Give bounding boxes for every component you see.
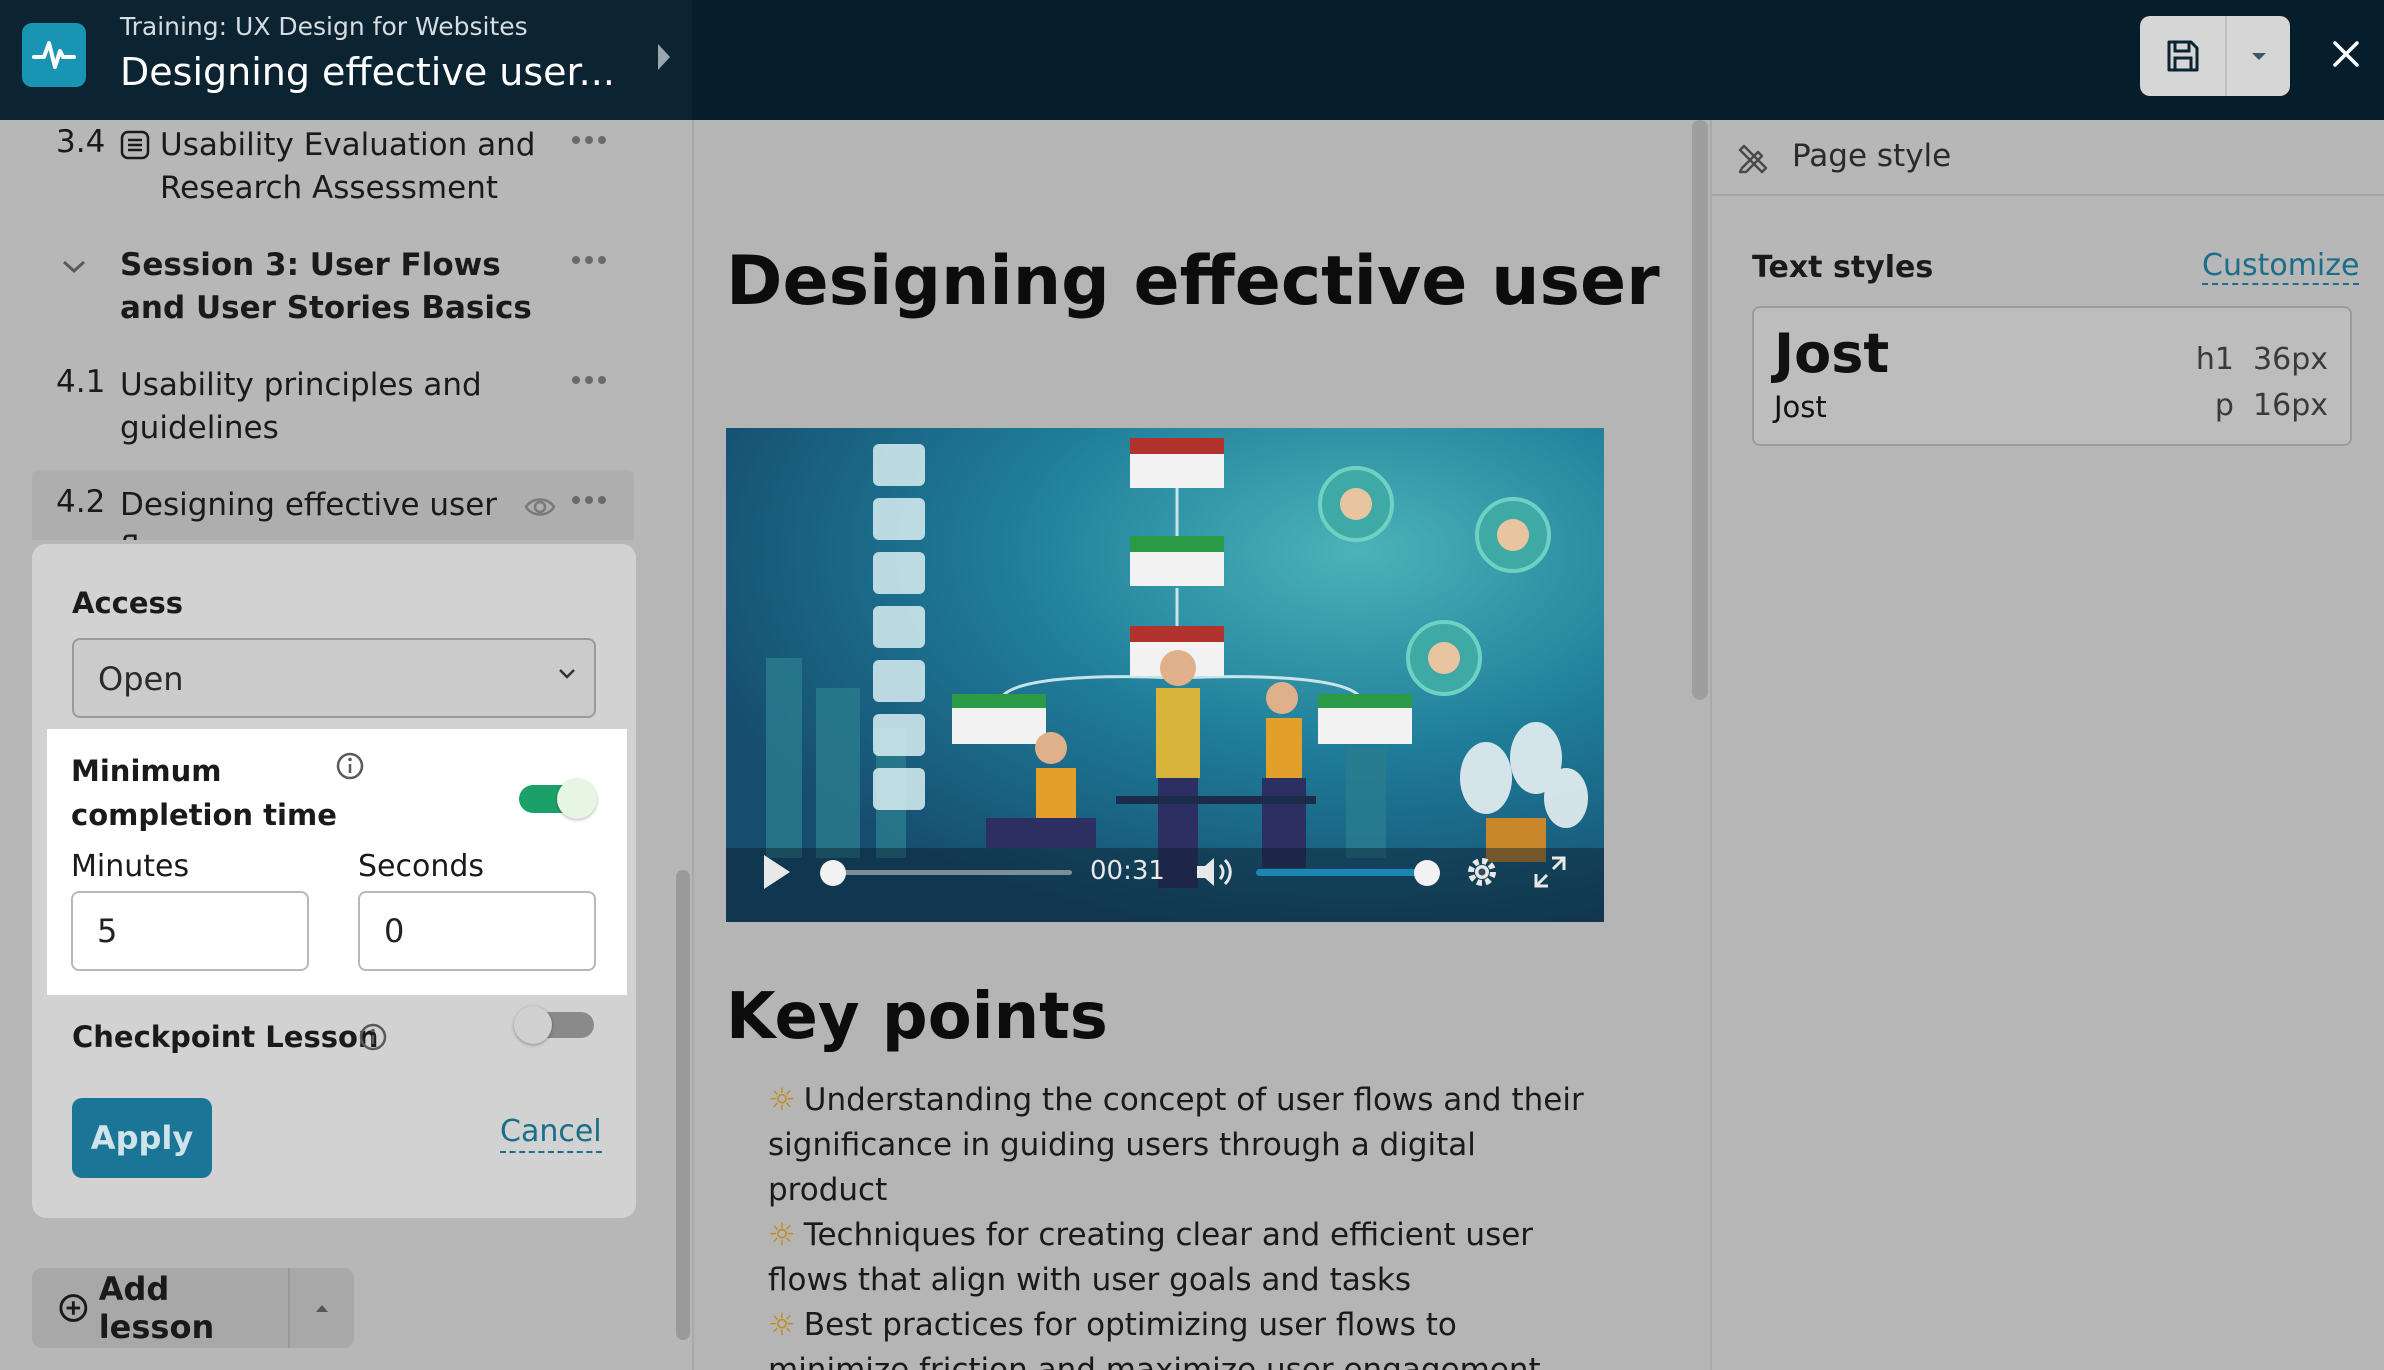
more-dots-icon xyxy=(572,376,612,384)
info-icon[interactable] xyxy=(358,1022,388,1052)
session-more-menu[interactable] xyxy=(572,256,612,276)
lesson-number: 4.2 xyxy=(56,484,106,520)
page-heading[interactable]: Designing effective user xyxy=(726,242,1660,321)
floppy-disk-icon xyxy=(2167,40,2198,72)
lesson-more-menu[interactable] xyxy=(572,136,612,156)
key-point-text: Understanding the concept of user flows … xyxy=(768,1082,1584,1208)
sun-icon: ☼ xyxy=(768,1217,796,1253)
caret-down-icon xyxy=(2251,53,2266,60)
session-item[interactable]: Session 3: User Flows and User Stories B… xyxy=(32,244,632,334)
toggle-knob xyxy=(514,1006,552,1044)
apply-button[interactable]: Apply xyxy=(72,1098,212,1178)
p-size-meta: p 16px xyxy=(2214,388,2328,423)
add-lesson-group: Add lesson xyxy=(32,1268,354,1348)
text-style-card[interactable]: Jost Jost h1 36px p 16px xyxy=(1752,306,2352,446)
min-completion-section: Minimum completion time Minutes Seconds xyxy=(47,729,627,995)
save-button[interactable] xyxy=(2140,16,2227,96)
access-label: Access xyxy=(72,586,184,620)
session-title: Session 3: User Flows and User Stories B… xyxy=(120,247,532,326)
style-panel-header: Page style xyxy=(1712,120,2384,196)
caret-right-icon xyxy=(658,44,670,70)
seconds-input[interactable] xyxy=(358,891,596,971)
access-value: Open xyxy=(98,660,184,698)
h1-font-preview: Jost xyxy=(1774,322,1890,385)
lesson-item-active[interactable]: 4.2 Designing effective user flows xyxy=(32,470,634,540)
close-button[interactable] xyxy=(2322,30,2370,78)
lesson-title: Usability Evaluation and Research Assess… xyxy=(160,127,536,206)
key-point-text: Best practices for optimizing user flows… xyxy=(768,1307,1541,1370)
volume-thumb[interactable] xyxy=(1414,860,1440,886)
close-icon xyxy=(2333,41,2359,67)
customize-link[interactable]: Customize xyxy=(2202,248,2360,285)
key-points-heading[interactable]: Key points xyxy=(726,980,1108,1054)
sidebar-scrollbar[interactable] xyxy=(676,870,690,1340)
seconds-label: Seconds xyxy=(358,849,485,884)
play-icon[interactable] xyxy=(760,852,794,892)
list-doc-icon xyxy=(120,130,150,160)
video-progress-track[interactable] xyxy=(832,870,1072,875)
more-dots-icon xyxy=(572,496,612,504)
video-player[interactable]: 00:31 xyxy=(726,428,1604,922)
pulse-logo-icon xyxy=(32,41,76,69)
volume-track[interactable] xyxy=(1256,869,1426,876)
lesson-title: Designing effective user flows xyxy=(120,487,498,540)
style-panel-title: Page style xyxy=(1792,138,1952,174)
pencil-ruler-icon xyxy=(1738,144,1768,174)
key-point-text: Techniques for creating clear and effici… xyxy=(768,1217,1534,1298)
add-lesson-button[interactable]: Add lesson xyxy=(32,1268,290,1348)
top-bar: Training: UX Design for Websites Designi… xyxy=(0,0,2384,120)
panel-toggle-button[interactable] xyxy=(652,40,676,74)
sun-icon: ☼ xyxy=(768,1082,796,1118)
min-completion-toggle[interactable] xyxy=(519,779,597,819)
save-options-dropdown[interactable] xyxy=(2227,16,2290,96)
save-button-group xyxy=(2140,16,2290,96)
plus-circle-icon xyxy=(59,1294,88,1322)
app-logo[interactable] xyxy=(22,23,86,87)
access-select[interactable]: Open xyxy=(72,638,596,718)
fullscreen-icon[interactable] xyxy=(1532,854,1568,890)
info-icon[interactable] xyxy=(335,751,365,781)
checkpoint-toggle[interactable] xyxy=(514,1006,594,1044)
toggle-knob xyxy=(557,779,597,819)
gear-icon[interactable] xyxy=(1464,854,1500,890)
page-canvas: Designing effective user 00:31 Key point… xyxy=(692,120,1692,1370)
add-lesson-options[interactable] xyxy=(290,1268,354,1348)
lesson-title: Usability principles and guidelines xyxy=(120,367,482,446)
lesson-number: 4.1 xyxy=(56,364,106,400)
add-lesson-label: Add lesson xyxy=(98,1270,215,1346)
video-thumbnail-illustration xyxy=(726,428,1604,922)
h1-size-meta: h1 36px xyxy=(2195,342,2328,377)
cancel-link[interactable]: Cancel xyxy=(500,1114,602,1153)
min-completion-label: Minimum completion time xyxy=(71,754,337,832)
key-points-list[interactable]: ☼ Understanding the concept of user flows… xyxy=(768,1078,1598,1370)
list-item: ☼ Techniques for creating clear and effic… xyxy=(768,1213,1598,1303)
more-dots-icon xyxy=(572,136,612,144)
chevron-down-icon xyxy=(62,260,86,274)
lesson-item[interactable]: 3.4 Usability Evaluation and Research As… xyxy=(32,124,632,214)
more-dots-icon xyxy=(572,256,612,264)
video-progress-thumb[interactable] xyxy=(820,860,846,886)
lesson-more-menu[interactable] xyxy=(572,496,612,516)
caret-up-icon xyxy=(316,1305,328,1312)
p-font-preview: Jost xyxy=(1774,390,1827,424)
style-panel: Page style Text styles Customize Jost Jo… xyxy=(1710,120,2384,1370)
volume-icon[interactable] xyxy=(1194,854,1234,890)
lesson-title: Designing effective user... xyxy=(120,50,615,94)
text-styles-label: Text styles xyxy=(1752,250,1934,285)
lesson-more-menu[interactable] xyxy=(572,376,612,396)
chevron-down-icon xyxy=(559,669,575,679)
canvas-scrollbar[interactable] xyxy=(1692,120,1708,700)
top-bar-course-area: Training: UX Design for Websites Designi… xyxy=(0,0,692,120)
list-item: ☼ Understanding the concept of user flows… xyxy=(768,1078,1598,1213)
minutes-input[interactable] xyxy=(71,891,309,971)
checkpoint-label: Checkpoint Lesson xyxy=(72,1020,379,1054)
sun-icon: ☼ xyxy=(768,1307,796,1343)
lesson-number: 3.4 xyxy=(56,124,106,160)
lesson-item[interactable]: 4.1 Usability principles and guidelines xyxy=(32,364,632,454)
video-time: 00:31 xyxy=(1090,856,1165,886)
list-item: ☼ Best practices for optimizing user flow… xyxy=(768,1303,1598,1370)
course-label: Training: UX Design for Websites xyxy=(120,12,528,41)
minutes-label: Minutes xyxy=(71,849,190,884)
eye-hidden-icon[interactable] xyxy=(524,494,556,520)
